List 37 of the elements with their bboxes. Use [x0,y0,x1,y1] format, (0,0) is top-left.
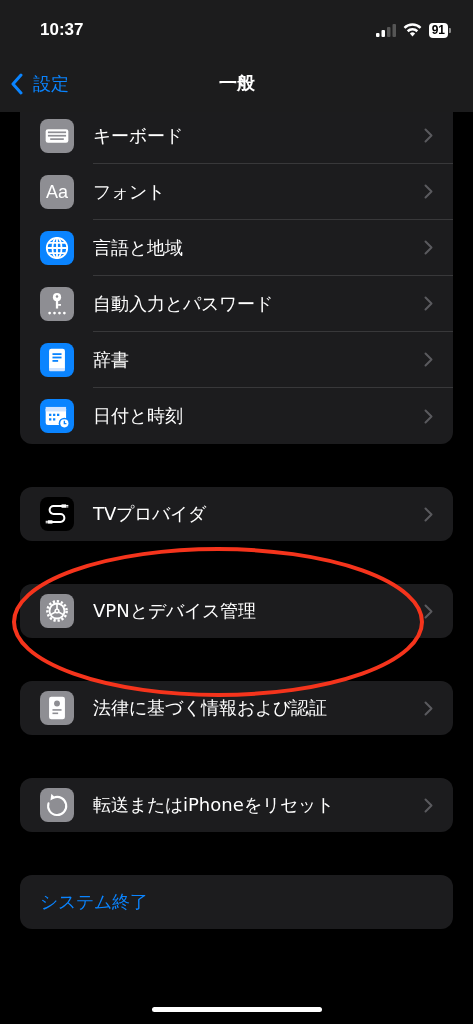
chevron-icon [424,700,433,716]
settings-row[interactable]: キーボード [20,108,453,164]
keyboard-icon [40,119,74,153]
settings-row[interactable]: 辞書 [20,332,453,388]
chevron-icon [424,352,433,367]
chevron-icon [424,797,433,813]
back-button[interactable]: 設定 [10,72,69,96]
settings-row[interactable]: TVプロバイダ [20,487,453,541]
calendar-clock-icon [40,399,74,433]
gear-icon [40,594,74,628]
chevron-icon [424,296,433,311]
settings-row[interactable]: 言語と地域 [20,220,453,276]
page-title: 一般 [218,71,255,95]
font-icon: Aa [40,175,74,209]
key-icon [40,287,74,321]
chevron-icon [424,128,433,143]
settings-row[interactable]: システム終了 [20,875,453,929]
settings-row[interactable]: Aa フォント [20,164,453,220]
certificate-icon [40,691,74,725]
globe-icon [40,231,74,265]
settings-row[interactable]: 日付と時刻 [20,388,453,444]
signal-icon [375,23,396,37]
chevron-icon [424,506,433,522]
settings-row[interactable]: VPNとデバイス管理 [20,584,453,638]
cable-icon [40,497,74,531]
battery-level: 91 [428,22,448,38]
back-chevron-icon [10,73,23,95]
settings-row[interactable]: 自動入力とパスワード [20,276,453,332]
chevron-icon [424,184,433,199]
chevron-icon [424,240,433,255]
settings-row[interactable]: 転送またはiPhoneをリセット [20,778,453,832]
book-icon [40,343,74,377]
chevron-icon [424,408,433,424]
wifi-icon [402,23,422,37]
status-time: 10:37 [40,20,84,40]
settings-row[interactable]: 法律に基づく情報および認証 [20,681,453,735]
chevron-icon [424,603,433,619]
